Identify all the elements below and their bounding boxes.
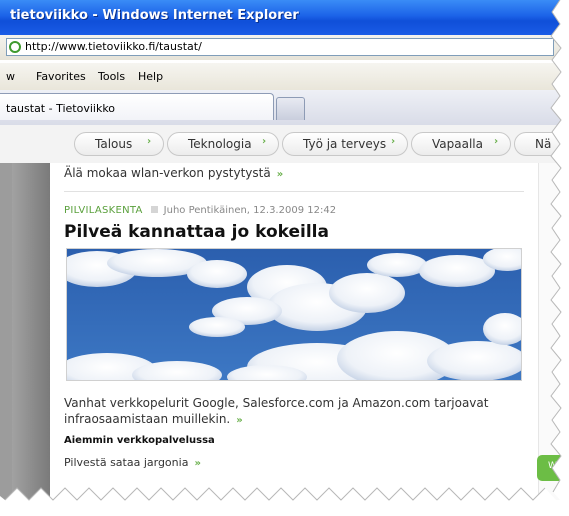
related-article-title: Pilvestä sataa jargonia xyxy=(64,456,189,469)
tab-current[interactable]: taustat - Tietoviikko xyxy=(0,93,274,120)
site-navigation: Talous › Teknologia › Työ ja terveys › V… xyxy=(0,125,569,164)
article-lede: Vanhat verkkopelurit Google, Salesforce.… xyxy=(64,395,524,429)
nav-tyo-ja-terveys[interactable]: Työ ja terveys › xyxy=(282,132,408,156)
nav-label: Teknologia xyxy=(188,137,252,151)
chevron-right-icon: › xyxy=(391,136,396,147)
nav-talous[interactable]: Talous › xyxy=(74,132,164,156)
nav-label: Työ ja terveys xyxy=(303,137,387,151)
chevron-right-icon: › xyxy=(494,136,499,147)
title-bar: tietoviikko - Windows Internet Explorer xyxy=(0,0,560,35)
nav-nakokulma[interactable]: Nä xyxy=(514,132,569,156)
menu-tools[interactable]: Tools xyxy=(98,70,125,83)
article-list: Älä mokaa wlan-verkon pystytystä » PILVIL… xyxy=(50,163,560,516)
separator-square-icon xyxy=(150,206,158,213)
more-arrow-icon: » xyxy=(276,169,284,180)
previous-article-link[interactable]: Älä mokaa wlan-verkon pystytystä » xyxy=(64,166,283,180)
address-url: http://www.tietoviikko.fi/taustat/ xyxy=(25,40,202,53)
browser-window: tietoviikko - Windows Internet Explorer … xyxy=(0,0,569,516)
menu-view[interactable]: w xyxy=(6,70,15,83)
article-title[interactable]: Pilveä kannattaa jo kokeilla xyxy=(64,222,329,242)
article-category[interactable]: PILVILASKENTA xyxy=(64,205,143,216)
divider xyxy=(64,191,524,192)
cloud-sky-image xyxy=(67,249,521,380)
related-heading: Aiemmin verkkopalvelussa xyxy=(64,435,215,446)
related-article-link[interactable]: Pilvestä sataa jargonia » xyxy=(64,456,201,469)
article-byline: Juho Pentikäinen, 12.3.2009 12:42 xyxy=(163,205,337,216)
more-arrow-icon: » xyxy=(194,458,201,469)
address-bar: http://www.tietoviikko.fi/taustat/ xyxy=(0,35,560,60)
article-meta: PILVILASKENTA Juho Pentikäinen, 12.3.2009… xyxy=(64,205,336,216)
tab-label: taustat - Tietoviikko xyxy=(6,102,116,115)
nav-label: Vapaalla xyxy=(432,137,483,151)
nav-teknologia[interactable]: Teknologia › xyxy=(167,132,279,156)
chevron-right-icon: › xyxy=(262,136,267,147)
article-photo-clouds[interactable] xyxy=(66,248,522,381)
window-title: tietoviikko - Windows Internet Explorer xyxy=(10,8,299,23)
sidebar-green-button[interactable]: W xyxy=(537,455,567,481)
nav-label: Talous xyxy=(95,137,133,151)
sidebar-green-button-label: W xyxy=(548,461,557,471)
page-left-shadow xyxy=(0,163,12,516)
more-arrow-icon[interactable]: » xyxy=(236,415,242,426)
address-input[interactable]: http://www.tietoviikko.fi/taustat/ xyxy=(6,38,554,56)
new-tab-button[interactable] xyxy=(276,97,305,120)
menu-favorites[interactable]: Favorites xyxy=(36,70,86,83)
nav-label: Nä xyxy=(535,137,552,151)
tab-bar: taustat - Tietoviikko xyxy=(0,90,560,125)
article-lede-text: Vanhat verkkopelurit Google, Salesforce.… xyxy=(64,396,489,426)
chevron-right-icon: › xyxy=(147,136,152,147)
previous-article-title: Älä mokaa wlan-verkon pystytystä xyxy=(64,166,271,180)
menu-bar: w Favorites Tools Help xyxy=(0,63,560,91)
ie-page-icon xyxy=(9,41,21,53)
nav-vapaalla[interactable]: Vapaalla › xyxy=(411,132,511,156)
menu-help[interactable]: Help xyxy=(138,70,163,83)
